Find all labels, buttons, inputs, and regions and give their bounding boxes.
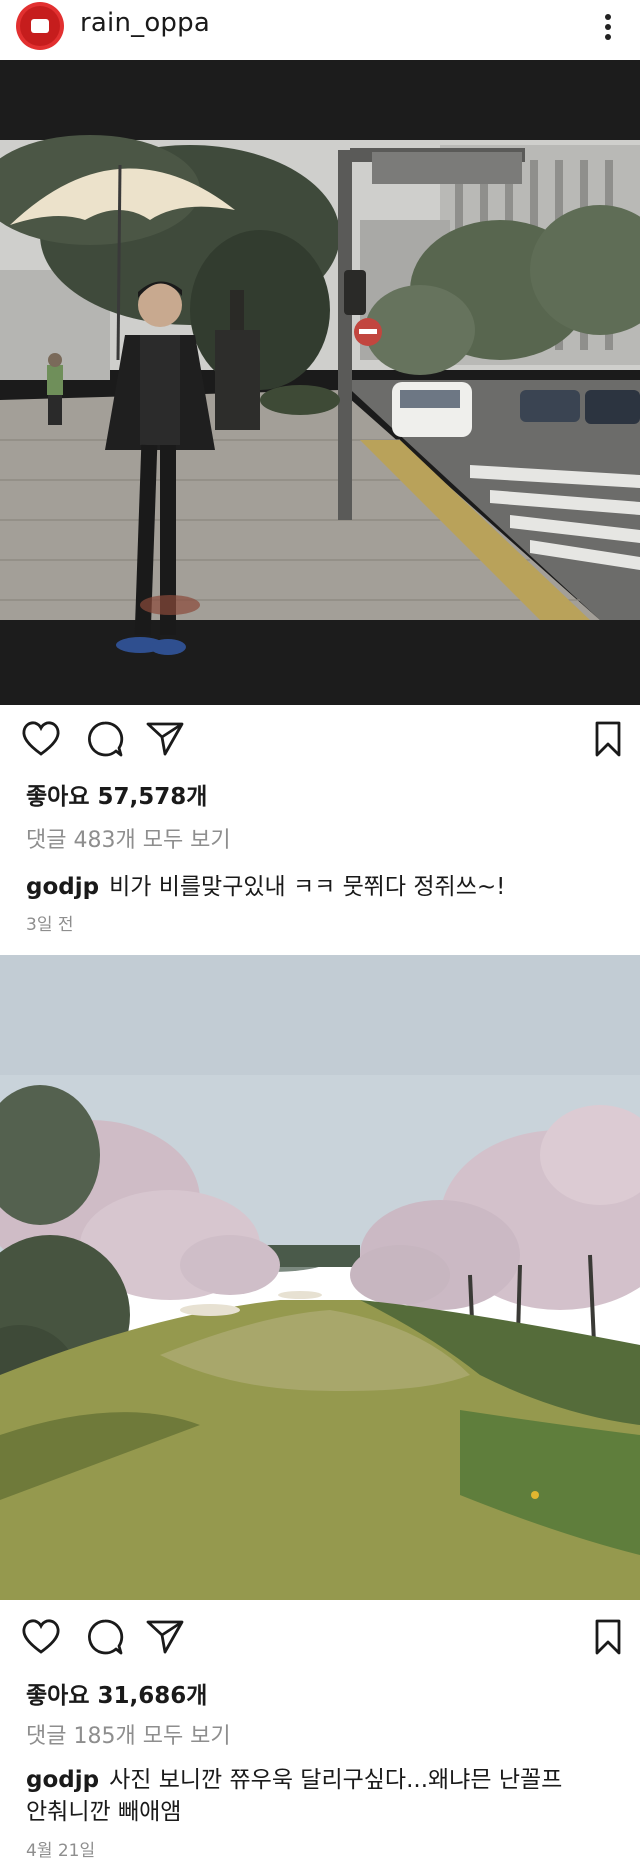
post1-likes[interactable]: 좋아요 57,578개 <box>26 777 207 811</box>
username[interactable]: rain_oppa <box>80 8 210 38</box>
share-icon[interactable] <box>145 1618 185 1656</box>
caption-text: 비가 비를맞구있내 ㅋㅋ 뭇쮜다 정쥐쓰~! <box>109 874 506 900</box>
post-header: rain_oppa <box>0 0 640 60</box>
bookmark-icon[interactable] <box>593 720 623 758</box>
post2-timestamp: 4월 21일 <box>26 1841 96 1861</box>
share-icon[interactable] <box>145 720 185 758</box>
post-photo-golf-course[interactable] <box>0 955 640 1600</box>
post-photo-street[interactable] <box>0 60 640 705</box>
heart-icon[interactable] <box>21 720 61 758</box>
post1-view-comments[interactable]: 댓글 483개 모두 보기 <box>26 822 231 854</box>
caption-username[interactable]: godjp <box>26 1767 99 1793</box>
post2-likes[interactable]: 좋아요 31,686개 <box>26 1676 207 1710</box>
post1-timestamp: 3일 전 <box>26 915 74 935</box>
post2-caption-line2: 안춰니깐 빼애앰 <box>26 1799 182 1825</box>
avatar[interactable] <box>16 2 64 50</box>
caption-username[interactable]: godjp <box>26 874 99 900</box>
caption-text-line1: 사진 보니깐 쮸우욱 달리구싶다...왜냐믄 난꼴프 <box>109 1767 563 1793</box>
record-logo-icon <box>20 6 60 46</box>
post1-action-bar <box>0 716 640 766</box>
comment-icon[interactable] <box>86 1618 124 1656</box>
heart-icon[interactable] <box>21 1618 61 1656</box>
comment-icon[interactable] <box>86 720 124 758</box>
post2-view-comments[interactable]: 댓글 185개 모두 보기 <box>26 1718 231 1750</box>
post2-caption: godjp 사진 보니깐 쮸우욱 달리구싶다...왜냐믄 난꼴프 <box>26 1760 562 1794</box>
post1-caption: godjp 비가 비를맞구있내 ㅋㅋ 뭇쮜다 정쥐쓰~! <box>26 867 505 901</box>
vertical-dots-icon[interactable] <box>590 10 626 46</box>
bookmark-icon[interactable] <box>593 1618 623 1656</box>
post2-action-bar <box>0 1614 640 1664</box>
